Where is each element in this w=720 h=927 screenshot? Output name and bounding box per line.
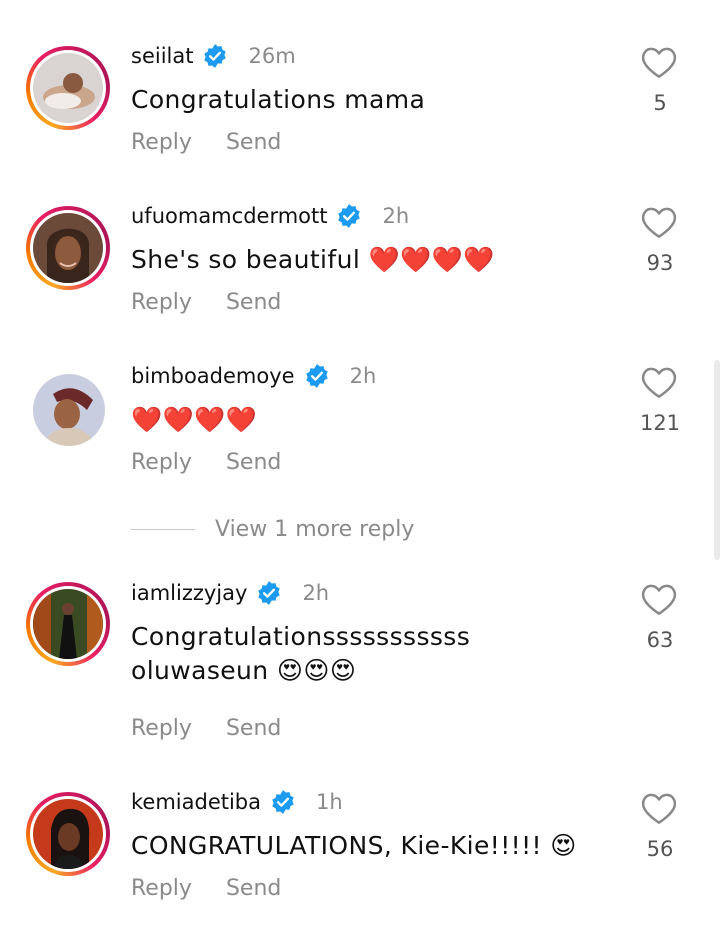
- like-count: 5: [653, 91, 667, 115]
- comment-time: 2h: [302, 581, 330, 605]
- verified-badge-icon: [204, 44, 227, 68]
- like-count: 93: [646, 251, 674, 275]
- reply-button[interactable]: Reply: [131, 716, 192, 741]
- avatar-story-ring[interactable]: [26, 46, 110, 130]
- send-button[interactable]: Send: [226, 290, 281, 315]
- reply-button[interactable]: Reply: [131, 876, 192, 901]
- comment-text: ❤️❤️❤️❤️: [131, 405, 258, 434]
- reply-button[interactable]: Reply: [131, 450, 192, 475]
- avatar-story-ring[interactable]: [26, 792, 110, 876]
- username[interactable]: iamlizzyjay: [131, 581, 247, 605]
- username[interactable]: seiilat: [131, 44, 193, 68]
- comment-text: CONGRATULATIONS, Kie-Kie!!!!! 😍: [131, 831, 577, 860]
- like-count: 121: [639, 411, 681, 435]
- reply-button[interactable]: Reply: [131, 130, 192, 155]
- divider: [131, 528, 195, 531]
- username[interactable]: ufuomamcdermott: [131, 204, 327, 228]
- avatar: [33, 589, 103, 659]
- comment-time: 2h: [349, 364, 377, 388]
- reply-button[interactable]: Reply: [131, 290, 192, 315]
- heart-outline-icon[interactable]: [640, 205, 678, 239]
- send-button[interactable]: Send: [226, 876, 281, 901]
- avatar: [33, 799, 103, 869]
- verified-badge-icon: [272, 790, 294, 814]
- avatar: [33, 53, 103, 123]
- view-more-replies-button[interactable]: View 1 more reply: [131, 517, 414, 542]
- verified-badge-icon: [338, 204, 361, 228]
- send-button[interactable]: Send: [226, 716, 281, 741]
- avatar[interactable]: [33, 374, 105, 446]
- send-button[interactable]: Send: [226, 130, 281, 155]
- comment-text: Congratulations mama: [131, 85, 426, 114]
- view-more-replies-label: View 1 more reply: [215, 517, 415, 542]
- verified-badge-icon: [305, 364, 328, 388]
- like-count: 63: [646, 628, 674, 652]
- like-count: 56: [646, 837, 674, 861]
- comment-text: She's so beautiful ❤️❤️❤️❤️: [131, 245, 495, 274]
- comment-time: 26m: [248, 44, 296, 68]
- username[interactable]: kemiadetiba: [131, 790, 261, 814]
- username[interactable]: bimboademoye: [131, 364, 295, 388]
- comment-time: 2h: [382, 204, 410, 228]
- verified-badge-icon: [258, 581, 281, 605]
- comment-time: 1h: [316, 790, 343, 814]
- comment-text: Congratulationsssssssssss oluwaseun 😍😍😍: [131, 622, 471, 685]
- heart-outline-icon[interactable]: [640, 582, 678, 616]
- heart-outline-icon[interactable]: [640, 365, 678, 399]
- scrollbar[interactable]: [714, 360, 720, 560]
- heart-outline-icon[interactable]: [640, 791, 678, 825]
- heart-outline-icon[interactable]: [640, 45, 678, 79]
- avatar: [33, 213, 103, 283]
- avatar-story-ring[interactable]: [26, 206, 110, 290]
- send-button[interactable]: Send: [226, 450, 281, 475]
- avatar-story-ring[interactable]: [26, 582, 110, 666]
